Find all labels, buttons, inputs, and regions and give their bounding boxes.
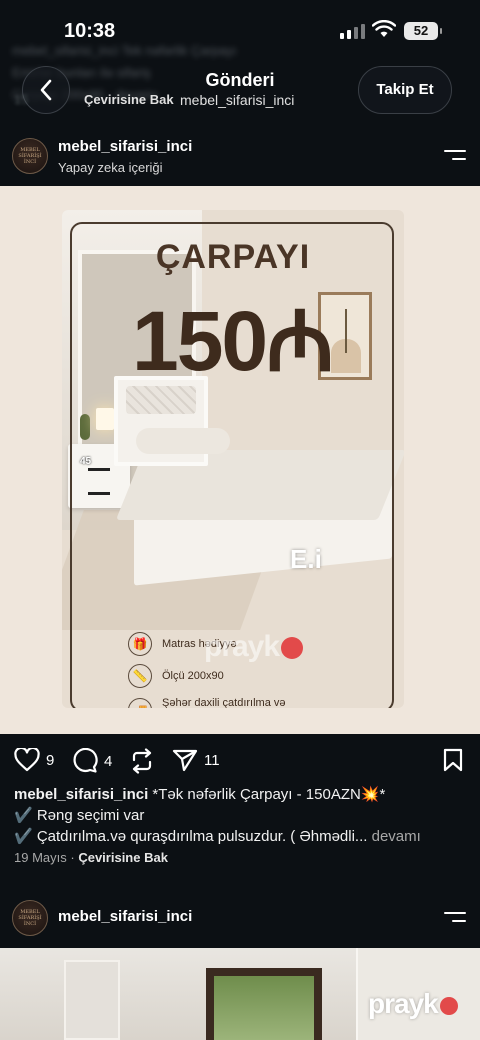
like-button[interactable]: 9 — [14, 748, 54, 772]
post-username[interactable]: mebel_sifarisi_inci — [58, 908, 192, 925]
poster-price: 150₼ — [132, 294, 334, 388]
faded-date: 15 — [14, 92, 29, 107]
post-caption: mebel_sifarisi_inci *Tək nəfərlik Çarpay… — [14, 784, 470, 847]
bookmark-icon — [443, 748, 463, 772]
post-actions: 9 4 11 — [0, 740, 480, 780]
caption-text: *Tək nəfərlik Çarpayı - 150AZN💥* — [152, 786, 386, 803]
repost-button[interactable] — [130, 748, 154, 774]
feature-text: Şəhər daxili çatdırılma və quraşdırılma … — [162, 697, 286, 708]
more-options-icon[interactable] — [444, 912, 466, 928]
translate-link[interactable]: Çevirisine Bak — [78, 850, 168, 865]
post-image[interactable]: 45 E.i ÇARPAYI 150₼ 🎁 Matras hədiyyə 📏 Ö… — [0, 186, 480, 734]
ruler-icon: 📏 — [128, 664, 152, 688]
caption-more-link[interactable]: devamı — [372, 828, 421, 845]
share-count: 11 — [204, 751, 220, 769]
avatar[interactable]: MEBEL SİFARİŞİ İNCİ — [12, 138, 48, 174]
watermark-text: prayk — [204, 630, 280, 663]
watermark-text: prayk — [368, 988, 439, 1019]
post-username[interactable]: mebel_sifarisi_inci — [58, 138, 192, 155]
translate-link-faded[interactable]: Çevirisine Bak — [84, 92, 174, 107]
ai-content-label[interactable]: Yapay zeka içeriği — [58, 160, 163, 175]
comment-icon — [73, 748, 98, 773]
poster-card: 45 E.i ÇARPAYI 150₼ 🎁 Matras hədiyyə 📏 Ö… — [62, 210, 404, 708]
watermark: prayk — [368, 988, 458, 1020]
gift-icon: 🎁 — [128, 632, 152, 656]
page-subtitle: mebel_sifarisi_inci — [180, 92, 295, 108]
comment-count: 4 — [104, 752, 113, 770]
heart-icon — [14, 748, 40, 772]
share-button[interactable]: 11 — [172, 748, 220, 772]
caption-text: ✔️ Çatdırılma.və quraşdırılma pulsuzdur.… — [14, 828, 368, 845]
post-header: MEBEL SİFARİŞİ İNCİ mebel_sifarisi_inci … — [0, 130, 480, 186]
battery-indicator: 52 — [404, 22, 442, 40]
poster-title: ÇARPAYI — [155, 238, 311, 276]
caption-username[interactable]: mebel_sifarisi_inci — [14, 786, 148, 803]
signal-icon — [340, 24, 365, 39]
post-image[interactable]: prayk — [0, 948, 480, 1040]
nav-header: Gönderi 15 Çevirisine Bak mebel_sifarisi… — [0, 62, 480, 120]
comment-button[interactable]: 4 — [72, 748, 112, 774]
like-count: 9 — [46, 751, 55, 769]
watermark: prayk — [204, 630, 304, 664]
watermark-dot-icon — [281, 637, 304, 660]
avatar[interactable]: MEBEL SİFARİŞİ İNCİ — [12, 900, 48, 936]
truck-icon: 🚚 — [128, 698, 152, 708]
watermark-dot-icon — [439, 996, 458, 1015]
window-illustration — [206, 968, 322, 1040]
more-options-icon[interactable] — [444, 150, 466, 166]
send-icon — [172, 749, 198, 772]
save-button[interactable] — [442, 748, 464, 772]
blur-line: mebel_sifarisi_inci Tek nəfərlik Çarpayı — [12, 43, 237, 58]
caption-text: ✔️ Rəng seçimi var — [14, 807, 145, 824]
avatar-text: İNCİ — [23, 159, 37, 165]
door-illustration — [64, 960, 120, 1040]
avatar-text: İNCİ — [23, 921, 37, 927]
wifi-icon — [372, 20, 396, 37]
feature-item: 🚚 Şəhər daxili çatdırılma və quraşdırılm… — [128, 696, 322, 708]
follow-button[interactable]: Takip Et — [358, 66, 452, 114]
feature-text: Ölçü 200x90 — [162, 670, 224, 682]
post-date: 19 Mayıs — [14, 850, 67, 865]
post-header: MEBEL SİFARİŞİ İNCİ mebel_sifarisi_inci — [0, 892, 480, 948]
post-meta: 19 Mayıs · Çevirisine Bak — [14, 850, 168, 865]
feature-item: 📏 Ölçü 200x90 — [128, 664, 322, 688]
repost-icon — [132, 748, 152, 774]
